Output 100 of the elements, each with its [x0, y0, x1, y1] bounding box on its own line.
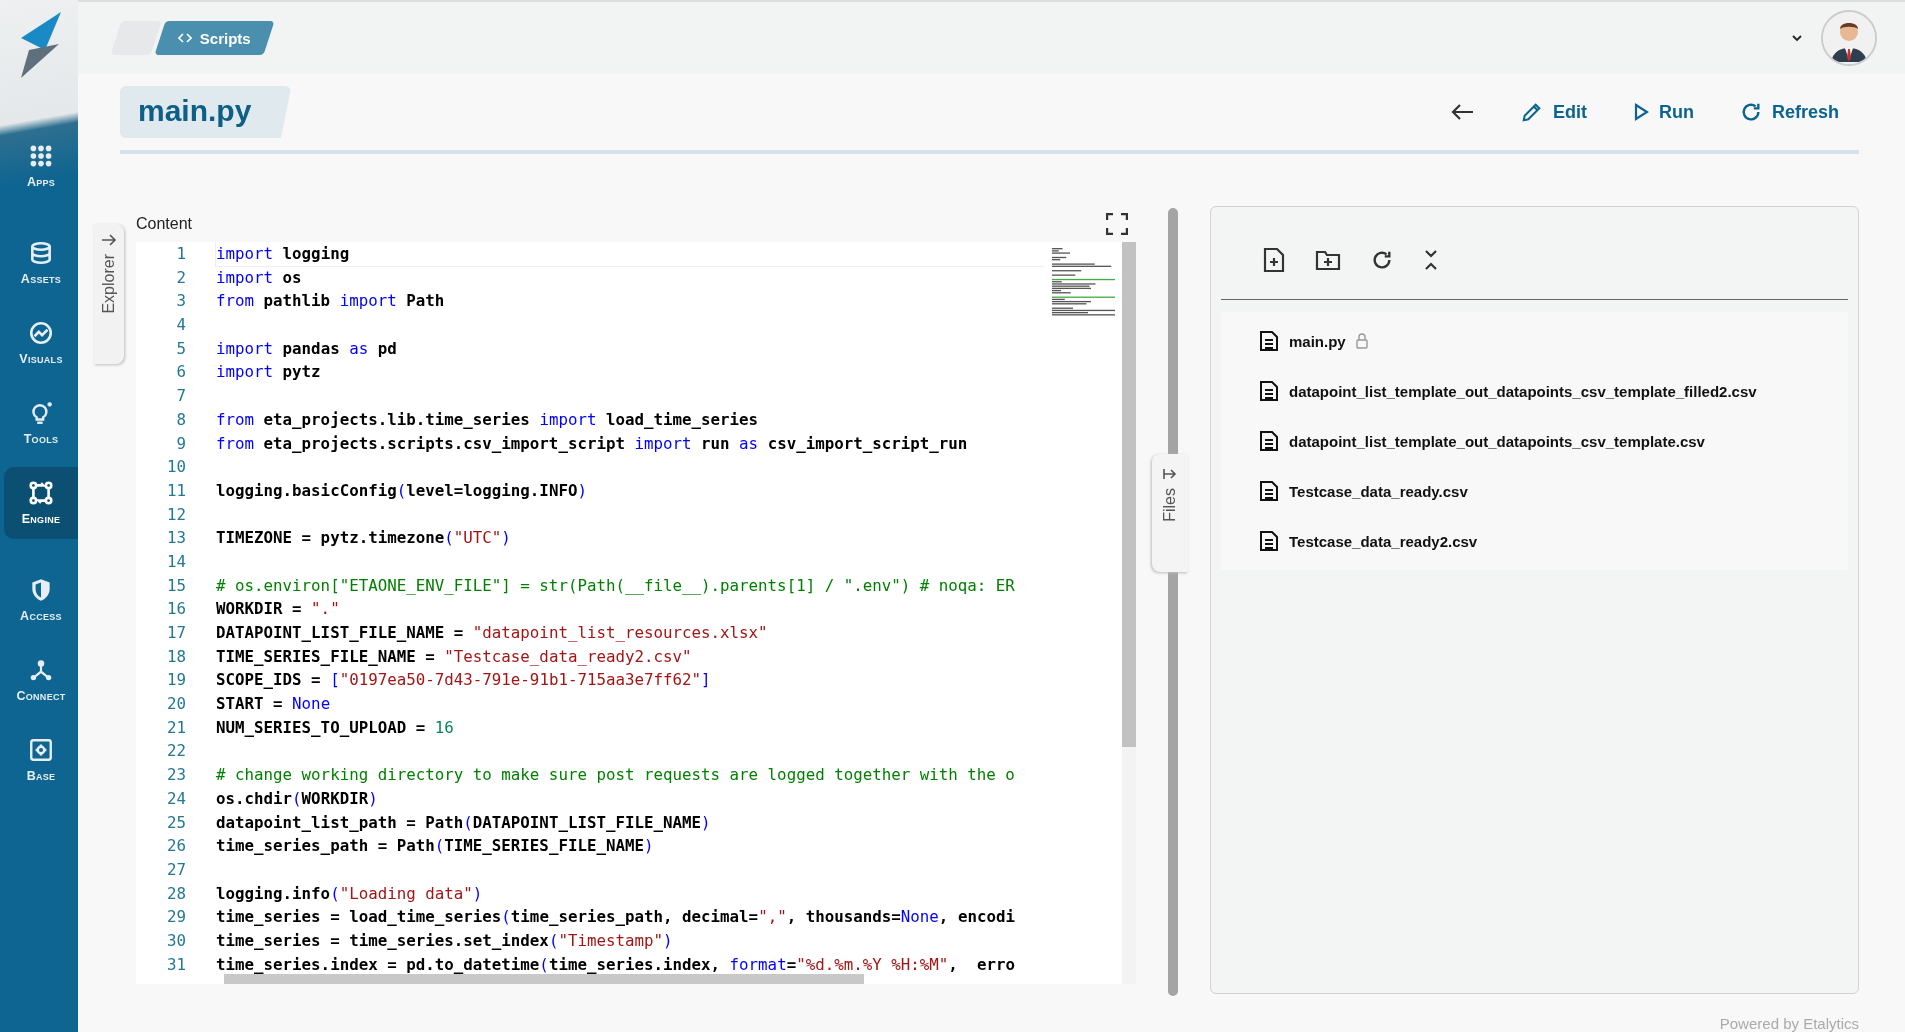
breadcrumb-item[interactable]: Scripts — [154, 21, 275, 55]
nav-item[interactable]: Tools — [4, 387, 78, 459]
file-item[interactable]: datapoint_list_template_out_datapoints_csv_template_filled2.csv — [1221, 366, 1848, 416]
code-line: import os — [216, 266, 303, 289]
line-number: 28 — [165, 882, 187, 905]
code-line: SCOPE_IDS = ["0197ea50-7d43-791e-91b1-715aa3e7ff62"] — [216, 669, 712, 692]
code-line: import pandas as pd — [216, 337, 398, 360]
line-number: 7 — [175, 385, 187, 408]
document-icon — [1259, 430, 1279, 452]
code-line: logging.info("Loading data") — [216, 882, 484, 905]
nav-item[interactable]: Visuals — [4, 307, 78, 379]
nav-item[interactable]: Access — [4, 564, 78, 636]
line-number: 11 — [165, 479, 187, 502]
line-number: 6 — [175, 361, 187, 384]
refresh-button[interactable]: Refresh — [1739, 101, 1839, 123]
code-line: # change working directory to make sure post requests are logged together with the o — [216, 764, 1016, 787]
document-icon — [1259, 530, 1279, 552]
code-line: from eta_projects.scripts.csv_import_script import run as csv_import_script_run — [216, 432, 969, 455]
files-tab[interactable]: Files — [1152, 454, 1188, 572]
code-line: TIMEZONE = pytz.timezone("UTC") — [216, 527, 512, 550]
network-icon — [28, 657, 54, 683]
line-number: 10 — [165, 456, 187, 479]
code-line: from eta_projects.lib.time_series import load_time_series — [216, 408, 760, 431]
scrollbar-thumb[interactable] — [224, 974, 864, 984]
chart-icon — [28, 320, 54, 346]
code-icon — [178, 33, 192, 43]
line-number: 15 — [165, 574, 187, 597]
line-number: 18 — [165, 645, 187, 668]
run-button[interactable]: Run — [1632, 101, 1694, 123]
nav-item[interactable]: Base — [4, 724, 78, 796]
line-number: 21 — [165, 716, 187, 739]
line-number: 29 — [165, 906, 187, 929]
nav-item[interactable]: Assets — [4, 227, 78, 299]
line-number: 3 — [175, 290, 187, 313]
file-item[interactable]: main.py — [1221, 316, 1848, 366]
code-line: logging.basicConfig(level=logging.INFO) — [216, 479, 588, 502]
code-line: START = None — [216, 693, 332, 716]
line-number: 2 — [175, 266, 187, 289]
section-label: Content — [136, 215, 193, 233]
nav-item[interactable]: Connect — [4, 644, 78, 716]
line-number: 30 — [165, 929, 187, 952]
scrollbar-thumb[interactable] — [1122, 242, 1136, 747]
code-line: time_series = time_series.set_index("Timestamp") — [216, 929, 674, 952]
line-number: 19 — [165, 669, 187, 692]
apps-grid-icon — [28, 143, 54, 169]
line-number: 26 — [165, 835, 187, 858]
line-number: 1 — [175, 243, 187, 265]
line-number: 20 — [165, 693, 187, 716]
document-icon — [1259, 330, 1279, 352]
code-line: from pathlib import Path — [216, 290, 446, 313]
arrow-right-icon — [101, 234, 117, 246]
nav-item[interactable]: Engine — [4, 467, 78, 539]
code-line: import logging — [216, 242, 1044, 266]
explorer-tab[interactable]: Explorer — [94, 224, 124, 364]
code-line: DATAPOINT_LIST_FILE_NAME = "datapoint_list_resources.xlsx" — [216, 622, 769, 644]
line-number: 8 — [175, 408, 187, 431]
workflow-icon — [28, 480, 54, 506]
line-number: 13 — [165, 527, 187, 550]
line-number: 24 — [165, 787, 187, 810]
code-line: TIME_SERIES_FILE_NAME = "Testcase_data_ready2.csv" — [216, 645, 693, 668]
refresh-icon[interactable] — [1371, 249, 1393, 271]
line-number: 25 — [165, 811, 187, 834]
avatar-icon[interactable] — [1821, 10, 1877, 66]
back-arrow-icon[interactable] — [1450, 103, 1475, 121]
line-number: 27 — [165, 858, 187, 881]
code-line: import pytz — [216, 361, 322, 384]
line-number: 14 — [165, 550, 187, 573]
collapse-icon[interactable] — [1423, 248, 1439, 272]
line-number: 12 — [165, 503, 187, 526]
line-number: 17 — [165, 622, 187, 644]
document-icon — [1259, 380, 1279, 402]
fullscreen-icon[interactable] — [1106, 213, 1128, 235]
gear-icon — [28, 737, 54, 763]
play-icon — [1632, 103, 1649, 121]
database-icon — [28, 240, 54, 266]
code-line: time_series.index = pd.to_datetime(time_series.index, format="%d.%m.%Y %H:%M", erro — [216, 953, 1016, 976]
line-number: 31 — [165, 953, 187, 976]
code-line: time_series = load_time_series(time_series_path, decimal=",", thousands=None, encodi — [216, 906, 1016, 929]
document-icon — [1259, 480, 1279, 502]
code-line: WORKDIR = "." — [216, 598, 341, 621]
file-item[interactable]: datapoint_list_template_out_datapoints_csv_template.csv — [1221, 416, 1848, 466]
code-line: NUM_SERIES_TO_UPLOAD = 16 — [216, 716, 455, 739]
code-line: datapoint_list_path = Path(DATAPOINT_LIST_FILE_NAME) — [216, 811, 712, 834]
breadcrumb-tab[interactable] — [110, 21, 162, 55]
code-editor[interactable] — [136, 242, 1136, 984]
add-file-icon[interactable] — [1263, 247, 1285, 273]
arrow-right-icon — [1163, 468, 1177, 480]
add-folder-icon[interactable] — [1315, 249, 1341, 271]
line-number: 5 — [175, 337, 187, 360]
line-number: 23 — [165, 764, 187, 787]
line-number: 16 — [165, 598, 187, 621]
code-line: time_series_path = Path(TIME_SERIES_FILE_NAME) — [216, 835, 655, 858]
code-line: os.chdir(WORKDIR) — [216, 787, 379, 810]
file-item[interactable]: Testcase_data_ready.csv — [1221, 466, 1848, 516]
edit-button[interactable]: Edit — [1520, 101, 1587, 123]
chevron-down-icon[interactable] — [1791, 34, 1803, 42]
page-title: main.py — [120, 86, 292, 138]
nav-item[interactable]: Apps — [4, 130, 78, 202]
footer-text: Powered by Etalytics — [1719, 1015, 1859, 1032]
file-item[interactable]: Testcase_data_ready2.csv — [1221, 516, 1848, 566]
